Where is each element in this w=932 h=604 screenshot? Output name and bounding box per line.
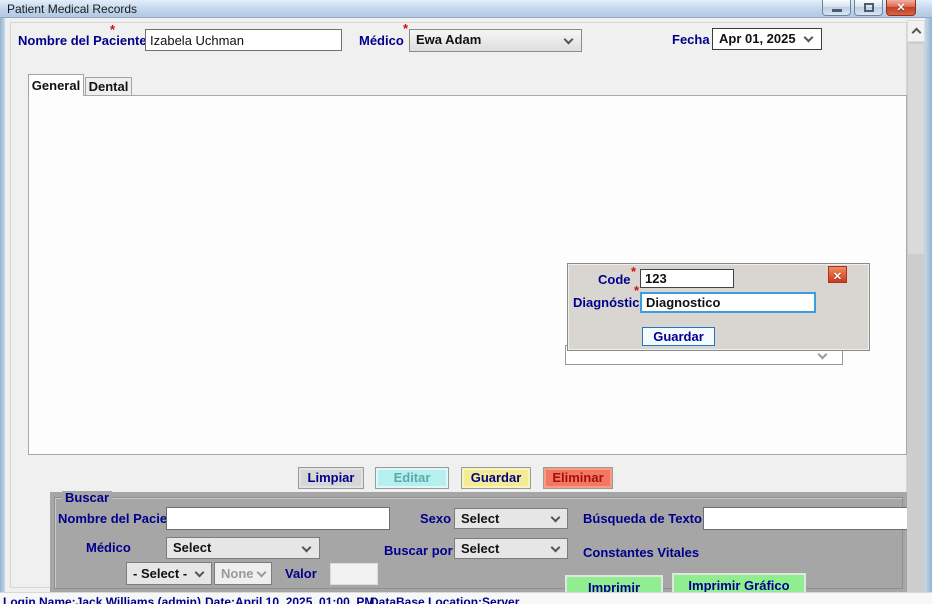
- status-date: Date:April 10, 2025, 01:00 PM: [205, 595, 374, 604]
- popup-code-input[interactable]: [640, 269, 734, 288]
- close-button[interactable]: ✕: [886, 0, 916, 16]
- buscar-sexo-value: Select: [461, 512, 499, 526]
- buscar-nombre-input[interactable]: [166, 507, 390, 530]
- fecha-value: Apr 01, 2025: [719, 32, 796, 46]
- guardar-button[interactable]: Guardar: [461, 467, 531, 489]
- popup-code-label: Code: [598, 273, 631, 286]
- titlebar: Patient Medical Records: [0, 0, 932, 18]
- buscar-sexo-select[interactable]: Select: [454, 508, 568, 529]
- chevron-down-icon: [564, 35, 574, 45]
- medico-selected-value: Ewa Adam: [416, 33, 481, 47]
- buscar-sexo-label: Sexo: [420, 512, 451, 525]
- statusbar: Login Name:Jack Williams (admin) Date:Ap…: [0, 592, 932, 604]
- limpiar-label: Limpiar: [308, 470, 355, 485]
- chevron-down-icon: [257, 568, 267, 578]
- chevron-down-icon: [804, 33, 814, 43]
- chevron-down-icon: [551, 513, 561, 523]
- chevron-down-icon: [302, 543, 312, 553]
- chevron-up-icon: [912, 28, 922, 38]
- busqueda-texto-input[interactable]: [703, 507, 910, 530]
- scrollbar-up-button[interactable]: [907, 20, 925, 42]
- criterio-value: - Select -: [133, 567, 187, 581]
- editar-button[interactable]: Editar: [375, 467, 449, 489]
- medico-label: Médico: [359, 34, 404, 47]
- eliminar-label: Eliminar: [552, 470, 603, 485]
- medico-select[interactable]: Ewa Adam: [409, 29, 582, 52]
- medico-required-asterisk: *: [403, 25, 408, 33]
- criterio-select[interactable]: - Select -: [126, 562, 212, 585]
- editar-label: Editar: [394, 470, 431, 485]
- patient-name-required-asterisk: *: [110, 26, 115, 34]
- popup-diagnostico-input[interactable]: [640, 292, 816, 313]
- status-login: Login Name:Jack Williams (admin): [3, 595, 201, 604]
- valor-label: Valor: [285, 567, 317, 580]
- minimize-icon: [832, 9, 842, 12]
- tab-dental-label: Dental: [89, 79, 129, 94]
- imprimir-grafico-label: Imprimir Gráfico: [688, 578, 789, 593]
- buscar-legend: Buscar: [62, 491, 112, 504]
- limpiar-button[interactable]: Limpiar: [298, 467, 364, 489]
- patient-name-label: Nombre del Paciente: [18, 34, 147, 47]
- chevron-down-icon: [551, 543, 561, 553]
- buscar-medico-value: Select: [173, 541, 211, 555]
- maximize-icon: [864, 3, 874, 12]
- fecha-date-picker[interactable]: Apr 01, 2025: [712, 28, 822, 50]
- buscar-medico-label: Médico: [86, 541, 131, 554]
- buscar-por-select[interactable]: Select: [454, 538, 568, 559]
- window-border-left: [0, 18, 5, 604]
- status-db-location: DataBase Location:Server: [370, 595, 519, 604]
- minimize-button[interactable]: [822, 0, 851, 16]
- popup-close-icon: ✕: [833, 271, 842, 283]
- window-border-right: [925, 18, 932, 604]
- popup-guardar-label: Guardar: [653, 329, 704, 344]
- popup-guardar-button[interactable]: Guardar: [642, 327, 715, 346]
- chevron-down-icon: [195, 568, 205, 578]
- buscar-por-label: Buscar por: [384, 544, 453, 557]
- popup-diagnostico-label: Diagnóstico: [573, 296, 647, 309]
- tab-general-label: General: [32, 78, 80, 93]
- none-select[interactable]: None: [214, 562, 272, 585]
- buscar-por-value: Select: [461, 542, 499, 556]
- guardar-label: Guardar: [471, 470, 522, 485]
- popup-code-required-asterisk: *: [631, 268, 636, 276]
- eliminar-button[interactable]: Eliminar: [543, 467, 613, 489]
- tab-dental[interactable]: Dental: [85, 77, 132, 96]
- vertical-scrollbar[interactable]: [907, 20, 925, 592]
- none-value: None: [221, 567, 254, 581]
- maximize-button[interactable]: [854, 0, 883, 16]
- constantes-vitales-search-label: Constantes Vitales: [583, 546, 699, 559]
- tab-general[interactable]: General: [28, 74, 84, 96]
- fecha-label: Fecha: [672, 33, 710, 46]
- popup-close-button[interactable]: ✕: [828, 266, 847, 283]
- buscar-medico-select[interactable]: Select: [166, 537, 320, 559]
- chevron-down-icon: [818, 350, 828, 360]
- valor-input[interactable]: [330, 563, 378, 585]
- busqueda-texto-label: Búsqueda de Texto: [583, 512, 702, 525]
- patient-name-input[interactable]: [145, 29, 342, 51]
- window-title: Patient Medical Records: [7, 2, 137, 16]
- close-icon: ✕: [887, 1, 915, 14]
- popup-diagnostico-required-asterisk: *: [634, 287, 639, 295]
- patient-medical-records-window: Patient Medical Records ✕ Nombre del Pac…: [0, 0, 932, 604]
- scrollbar-thumb[interactable]: [908, 44, 924, 254]
